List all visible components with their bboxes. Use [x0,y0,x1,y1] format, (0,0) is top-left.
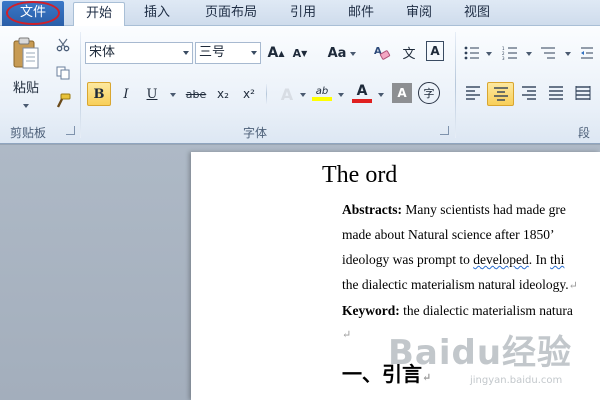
abstract-line-4: the dialectic materialism natural ideolo… [342,277,578,293]
paragraph-group-label: 段 [578,126,591,140]
font-name-value: 宋体 [89,45,116,60]
italic-button[interactable]: I [116,83,136,105]
watermark-url: jingyan.baidu.com [470,375,563,386]
font-row-divider [266,84,267,104]
align-left-icon[interactable] [462,82,484,104]
bold-button[interactable]: B [87,82,111,106]
paste-dropdown-arrow[interactable] [23,104,29,108]
baidu-watermark-logo: Baidu经验 jingyan.baidu.com [388,325,588,395]
shrink-font-button[interactable]: A ▼ [290,43,310,63]
grammar-flag-developed: developed [473,252,529,267]
decrease-indent-icon[interactable] [578,44,596,62]
tab-insert[interactable]: 插入 [130,2,184,26]
tab-home[interactable]: 开始 [73,2,125,27]
ribbon-tab-bar: 文件 开始 插入 页面布局 引用 邮件 审阅 视图 [0,0,600,27]
underline-dropdown-arrow[interactable] [170,93,176,97]
align-center-icon[interactable] [487,82,514,106]
font-size-combo[interactable]: 三号 [195,42,261,64]
align-right-icon[interactable] [518,82,540,104]
abstract-line-3: ideology was prompt to developed. In thi [342,252,564,268]
paste-icon[interactable] [8,34,44,74]
group-divider [80,32,81,138]
tab-mailings[interactable]: 邮件 [336,2,386,26]
grow-font-label: A [267,45,279,61]
tab-references[interactable]: 引用 [278,2,328,26]
keyword-line: Keyword: the dialectic materialism natur… [342,303,573,319]
clipboard-group-label: 剪贴板 [9,126,46,140]
keyword-text: the dialectic materialism natura [403,303,573,318]
clear-formatting-icon[interactable]: A [372,41,392,63]
character-shading-button[interactable]: A [392,83,412,103]
highlight-dropdown-arrow[interactable] [338,93,344,97]
change-case-dropdown-arrow[interactable] [350,52,356,56]
tab-review[interactable]: 审阅 [394,2,444,26]
grow-font-button[interactable]: A ▲ [266,43,286,63]
text-effects-dropdown-arrow[interactable] [300,93,306,97]
superscript-button[interactable]: x² [238,83,260,105]
underline-button[interactable]: U [142,83,162,105]
font-group-label: 字体 [242,126,267,140]
copy-icon[interactable] [54,64,72,82]
multilevel-list-icon[interactable] [538,44,558,62]
watermark-brand: Baidu经验 [388,333,573,373]
font-name-combo[interactable]: 宋体 [85,42,193,64]
bullets-dropdown-arrow[interactable] [486,52,492,56]
subscript-button[interactable]: x₂ [212,83,234,105]
font-dialog-launcher-icon[interactable] [440,126,449,135]
clipboard-dialog-launcher-icon[interactable] [66,126,75,135]
format-painter-icon[interactable] [54,92,72,110]
abstract-line-2: made about Natural science after 1850’ [342,227,555,242]
text-highlight-color-button[interactable]: ab [310,81,334,105]
svg-text:3: 3 [502,56,505,60]
abstract-text-3a: ideology was prompt to [342,252,474,267]
text-effects-button[interactable]: A [276,83,298,105]
document-title: The ord [322,162,398,188]
font-color-label: A [356,83,368,99]
highlight-color-swatch [312,96,332,101]
cut-icon[interactable] [54,36,72,54]
shrink-font-label: A [292,46,302,60]
bullets-icon[interactable] [462,44,482,62]
phonetic-guide-label: 文 [402,46,416,62]
tab-page-layout[interactable]: 页面布局 [192,2,270,26]
multilevel-list-dropdown-arrow[interactable] [565,52,571,56]
distributed-icon[interactable] [572,82,594,104]
abstract-text-3c: . In [528,252,551,267]
font-size-dropdown-arrow[interactable] [251,51,257,55]
keyword-label: Keyword: [342,303,400,318]
paste-button[interactable]: 粘贴 [4,76,48,96]
phonetic-guide-button[interactable]: 文 [398,41,420,63]
highlight-label: ab [315,85,329,97]
ribbon-home: 粘贴 剪贴板 宋体 三号 A ▲ A ▼ Aa A 文 A B I U abe x₂… [0,26,600,144]
enclose-characters-button[interactable]: A [426,41,444,61]
abstract-text-1: Many scientists had made gre [405,202,566,217]
abstract-line-1: Abstracts: Many scientists had made gre [342,202,566,218]
abstract-label: Abstracts: [342,202,402,217]
font-color-dropdown-arrow[interactable] [378,93,384,97]
grammar-flag-this: thi [550,252,565,267]
empty-paragraph-mark: ↵ [342,329,352,341]
font-name-dropdown-arrow[interactable] [183,51,189,55]
abstract-text-4: the dialectic materialism natural ideolo… [342,277,569,292]
font-color-button[interactable]: A [350,81,374,105]
numbering-dropdown-arrow[interactable] [526,52,532,56]
tab-view[interactable]: 视图 [452,2,502,26]
numbering-icon[interactable]: 123 [500,44,520,62]
change-case-button[interactable]: Aa [324,43,350,63]
font-color-swatch [352,99,372,103]
group-divider [455,32,456,138]
strikethrough-button[interactable]: abe [183,83,209,105]
justify-icon[interactable] [545,82,567,104]
enclose-character-button[interactable]: 字 [418,82,440,104]
font-size-value: 三号 [199,45,226,60]
paragraph-mark: ↵ [568,280,578,292]
tab-file[interactable]: 文件 [2,1,64,26]
